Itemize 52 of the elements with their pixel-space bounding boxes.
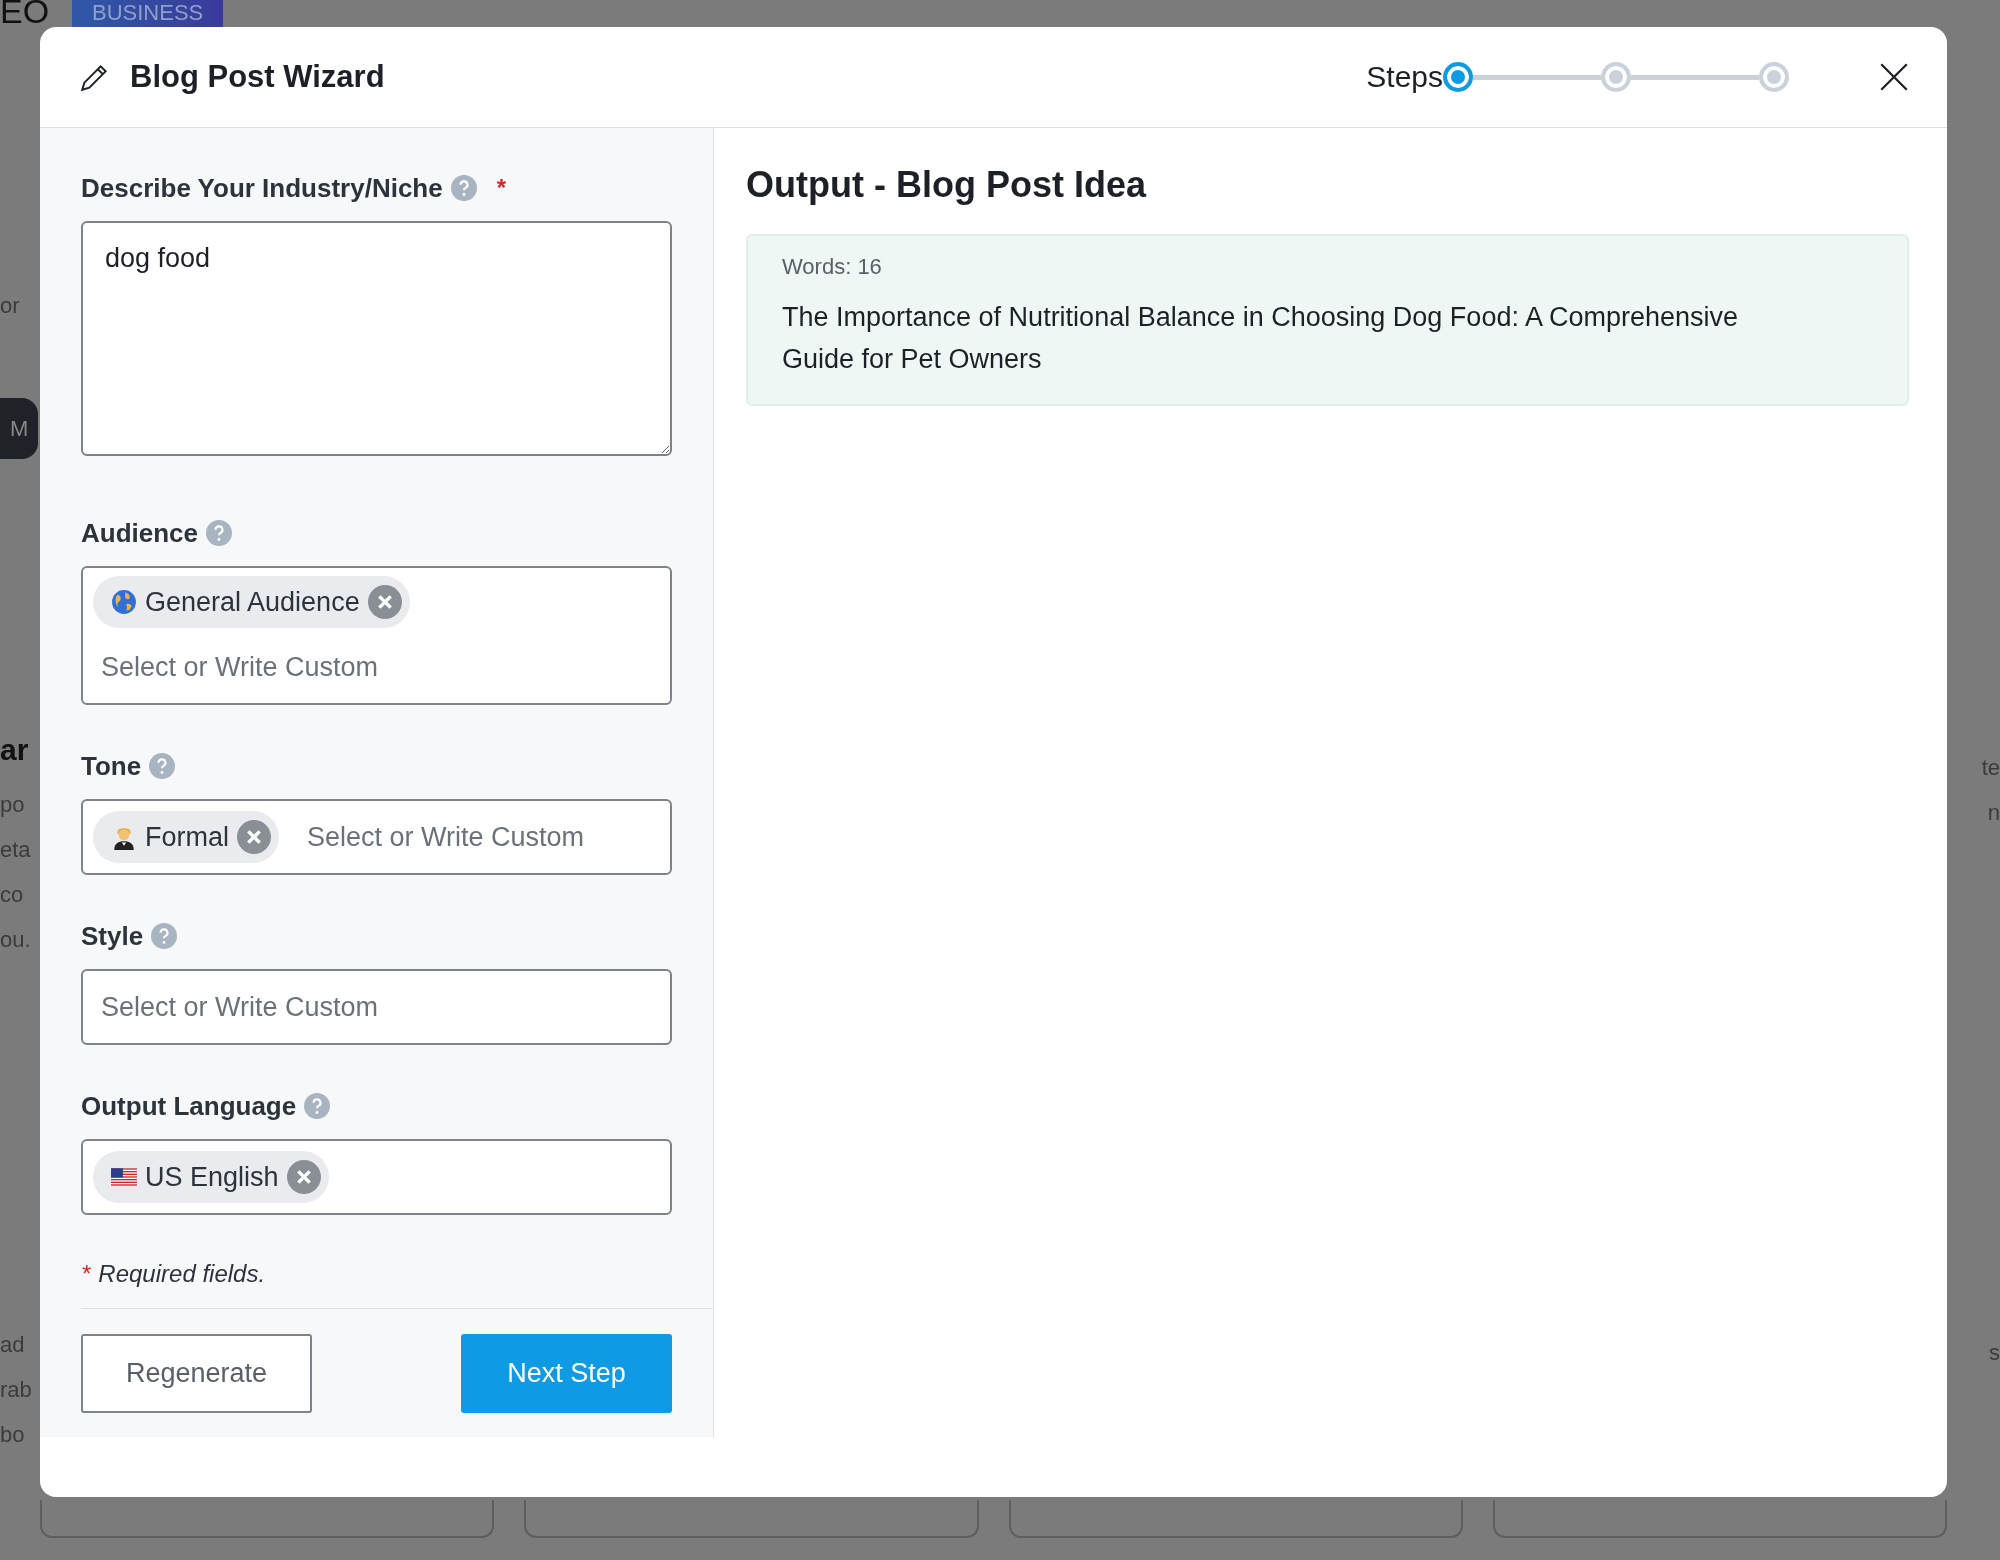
remove-icon[interactable] [237,820,271,854]
body-text: bo [0,1421,25,1449]
body-text: ou. [0,926,31,954]
field-label: Audience [81,517,199,549]
body-text: co [0,881,24,909]
body-text: rab [0,1376,32,1404]
body-text: eta [0,836,31,864]
field-label: Describe Your Industry/Niche [81,172,443,204]
help-icon[interactable] [206,520,233,546]
step-indicator[interactable] [1443,62,1473,92]
menu-pill[interactable]: M [0,398,39,459]
step-indicator[interactable] [1601,62,1631,92]
regenerate-button[interactable]: Regenerate [81,1334,312,1413]
help-icon[interactable] [149,753,176,779]
body-text: n [1987,799,2000,827]
help-icon[interactable] [304,1093,331,1119]
tag-search-input[interactable]: Select or Write Custom [93,979,660,1035]
tag-input-field[interactable]: Formal Select or Write Custom [81,799,672,875]
tag-search-input[interactable]: Select or Write Custom [93,640,660,695]
heading-text: ar [0,732,29,768]
tag-input-field[interactable]: Select or Write Custom [81,969,672,1045]
dialog-title: Blog Post Wizard [130,59,386,95]
remove-icon[interactable] [286,1160,321,1194]
body-text: s [1989,1339,2000,1367]
required-asterisk: * [81,1260,91,1288]
tag-label: US English [145,1161,279,1193]
body-text: po [0,791,25,819]
tag-label: General Audience [145,586,360,618]
output-text: The Importance of Nutritional Balance in Choosing Dog Food: A Comprehensive Guide for Pet Owners [782,301,1740,376]
steps-label: Steps [1366,60,1443,94]
body-text: or [0,292,20,320]
field-label: Tone [81,750,142,782]
required-asterisk: * [496,174,507,202]
field-label: Style [81,920,144,952]
help-icon[interactable] [151,923,178,949]
flag-icon [111,1168,137,1186]
required-note: Required fields. [98,1260,266,1288]
tag-input-field[interactable]: US English [81,1139,672,1215]
globe-icon [111,589,137,615]
output-heading: Output - Blog Post Idea [746,164,1148,206]
body-text: ad [0,1331,25,1359]
tag-input-field[interactable]: General Audience Select or Write Custom [81,566,672,705]
tag-search-input[interactable]: Select or Write Custom [299,809,660,865]
tag-label: Formal [145,821,229,853]
help-icon[interactable] [450,175,477,201]
word-count: Words: 16 [782,253,883,281]
text-area[interactable]: dog food [81,221,672,456]
remove-icon[interactable] [367,585,402,619]
body-text: te [1981,754,2000,782]
field-label: Output Language [81,1090,297,1122]
logo-text: EO [0,0,50,28]
step-indicator[interactable] [1759,62,1789,92]
